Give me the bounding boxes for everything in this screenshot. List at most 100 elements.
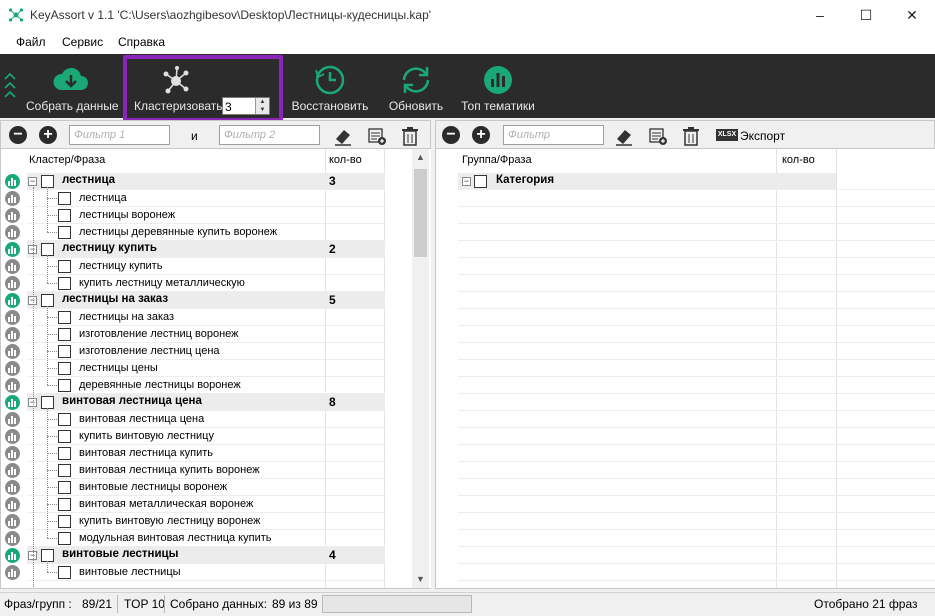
phrase-row[interactable]: купить винтовую лестницу воронеж (1, 513, 411, 530)
phrase-checkbox[interactable] (58, 260, 71, 273)
phrase-row[interactable]: винтовая металлическая воронеж (1, 496, 411, 513)
phrase-checkbox[interactable] (58, 209, 71, 222)
phrase-checkbox[interactable] (58, 498, 71, 511)
filter2-input[interactable]: Фильтр 2 (219, 125, 320, 145)
column-header-group-count[interactable]: кол-во (782, 149, 815, 171)
spin-up-icon[interactable]: ▲ (255, 98, 269, 106)
phrase-checkbox[interactable] (58, 345, 71, 358)
cluster-status-icon[interactable] (5, 514, 20, 529)
phrase-row[interactable]: винтовая лестница купить (1, 445, 411, 462)
export-button[interactable]: Экспорт (740, 129, 785, 143)
phrase-row[interactable]: лестница (1, 190, 411, 207)
category-row[interactable]: − Категория (436, 173, 836, 190)
cluster-status-icon[interactable] (5, 480, 20, 495)
phrase-row[interactable]: лестницы цены (1, 360, 411, 377)
left-scrollbar[interactable]: ▲ ▼ (412, 149, 429, 588)
cluster-status-icon[interactable] (5, 429, 20, 444)
cluster-status-icon[interactable] (5, 446, 20, 461)
phrase-checkbox[interactable] (58, 481, 71, 494)
phrase-checkbox[interactable] (58, 532, 71, 545)
phrase-row[interactable]: купить лестницу металлическую (1, 275, 411, 292)
phrase-checkbox[interactable] (58, 226, 71, 239)
phrase-row[interactable]: изготовление лестниц цена (1, 343, 411, 360)
cluster-status-icon[interactable] (5, 463, 20, 478)
trash-icon[interactable] (400, 126, 420, 146)
phrase-row[interactable]: деревянные лестницы воронеж (1, 377, 411, 394)
cluster-status-icon[interactable] (5, 412, 20, 427)
cluster-status-icon[interactable] (5, 225, 20, 240)
cluster-group-row[interactable]: − лестницу купить 2 (1, 241, 411, 258)
top-topics-button[interactable]: Топ тематики (460, 54, 536, 118)
cluster-status-icon[interactable] (5, 378, 20, 393)
expand-all-button[interactable]: + (39, 126, 57, 144)
scroll-down-icon[interactable]: ▼ (412, 571, 429, 588)
scroll-thumb[interactable] (414, 169, 427, 257)
cluster-status-icon[interactable] (5, 361, 20, 376)
phrase-row[interactable]: модульная винтовая лестница купить (1, 530, 411, 547)
right-filter-input[interactable]: Фильтр (503, 125, 604, 145)
collect-data-button[interactable]: Собрать данные (26, 54, 119, 118)
phrase-checkbox[interactable] (58, 515, 71, 528)
column-header-group[interactable]: Группа/Фраза (462, 149, 532, 171)
phrase-checkbox[interactable] (58, 311, 71, 324)
spin-down-icon[interactable]: ▼ (255, 106, 269, 114)
right-collapse-all-button[interactable]: − (442, 126, 460, 144)
cluster-status-icon[interactable] (5, 174, 20, 189)
phrase-row[interactable]: винтовые лестницы (1, 564, 411, 581)
cluster-group-row[interactable]: − лестница 3 (1, 173, 411, 190)
close-button[interactable]: ✕ (889, 0, 935, 30)
cluster-status-icon[interactable] (5, 310, 20, 325)
scroll-up-icon[interactable]: ▲ (412, 149, 429, 166)
xlsx-export-icon[interactable]: XLSX (716, 126, 738, 144)
expand-toggle-icon[interactable]: − (462, 177, 471, 186)
phrase-checkbox[interactable] (58, 430, 71, 443)
phrase-checkbox[interactable] (58, 379, 71, 392)
phrase-row[interactable]: лестницы деревянные купить воронеж (1, 224, 411, 241)
phrase-checkbox[interactable] (58, 413, 71, 426)
right-trash-icon[interactable] (681, 126, 701, 146)
phrase-row[interactable]: лестницы воронеж (1, 207, 411, 224)
phrase-checkbox[interactable] (58, 566, 71, 579)
phrase-row[interactable]: винтовая лестница цена (1, 411, 411, 428)
phrase-row[interactable]: винтовые лестницы воронеж (1, 479, 411, 496)
phrase-checkbox[interactable] (58, 277, 71, 290)
right-list-add-icon[interactable] (648, 126, 668, 146)
cluster-status-icon[interactable] (5, 293, 20, 308)
phrase-checkbox[interactable] (58, 464, 71, 477)
cluster-group-row[interactable]: − винтовые лестницы 4 (1, 547, 411, 564)
cluster-status-icon[interactable] (5, 191, 20, 206)
phrase-checkbox[interactable] (58, 328, 71, 341)
filter1-input[interactable]: Фильтр 1 (69, 125, 170, 145)
phrase-row[interactable]: лестницу купить (1, 258, 411, 275)
collapse-all-button[interactable]: − (9, 126, 27, 144)
cluster-group-row[interactable]: − винтовая лестница цена 8 (1, 394, 411, 411)
phrase-row[interactable]: изготовление лестниц воронеж (1, 326, 411, 343)
menu-file[interactable]: Файл (16, 35, 46, 49)
cluster-status-icon[interactable] (5, 259, 20, 274)
expand-toggle-icon[interactable]: − (28, 177, 37, 186)
cluster-status-icon[interactable] (5, 548, 20, 563)
column-header-count[interactable]: кол-во (329, 149, 362, 171)
phrase-row[interactable]: купить винтовую лестницу (1, 428, 411, 445)
phrase-row[interactable]: винтовая лестница купить воронеж (1, 462, 411, 479)
cluster-status-icon[interactable] (5, 327, 20, 342)
cluster-count-value[interactable]: 3 (225, 100, 232, 114)
list-add-icon[interactable] (367, 126, 387, 146)
cluster-group-row[interactable]: − лестницы на заказ 5 (1, 292, 411, 309)
phrase-checkbox[interactable] (58, 362, 71, 375)
eraser-icon[interactable] (333, 126, 353, 146)
cluster-count-spinner[interactable]: 3 ▲ ▼ (222, 97, 270, 115)
right-expand-all-button[interactable]: + (472, 126, 490, 144)
phrase-checkbox[interactable] (58, 192, 71, 205)
update-button[interactable]: Обновить (380, 54, 452, 118)
menu-help[interactable]: Справка (118, 35, 165, 49)
cluster-status-icon[interactable] (5, 531, 20, 546)
cluster-status-icon[interactable] (5, 208, 20, 223)
cluster-status-icon[interactable] (5, 344, 20, 359)
collapse-chevrons-icon[interactable] (4, 72, 16, 102)
cluster-status-icon[interactable] (5, 276, 20, 291)
cluster-status-icon[interactable] (5, 565, 20, 580)
restore-button[interactable]: Восстановить (290, 54, 370, 118)
cluster-status-icon[interactable] (5, 395, 20, 410)
category-checkbox[interactable] (474, 175, 487, 188)
